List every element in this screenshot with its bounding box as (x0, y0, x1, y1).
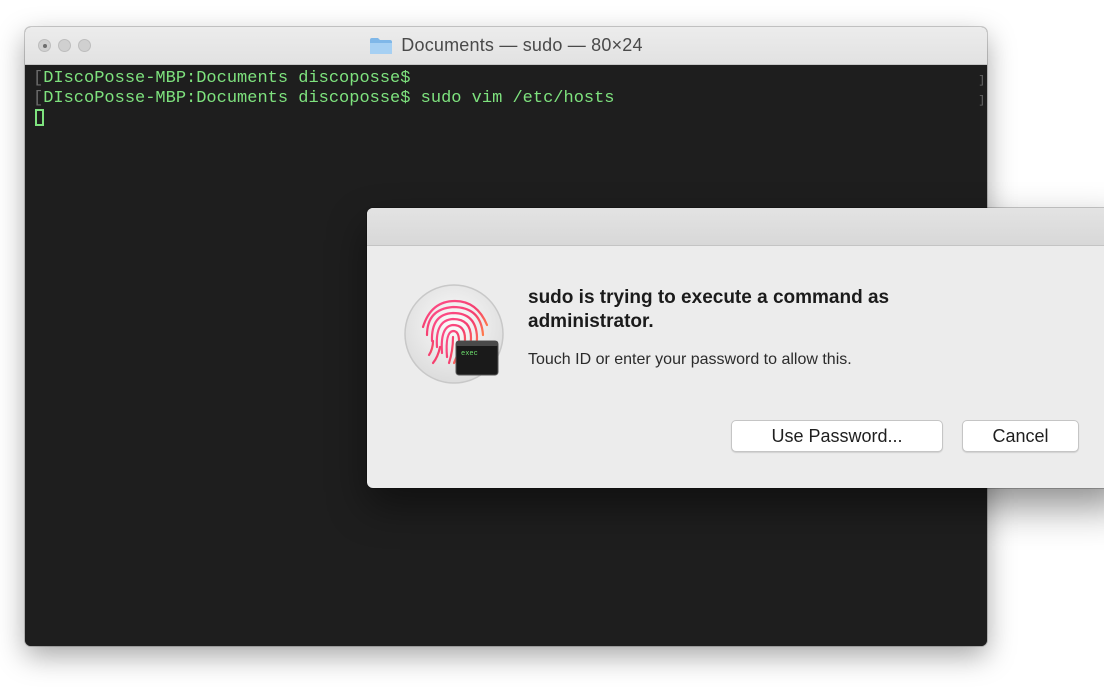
use-password-button[interactable]: Use Password... (731, 420, 943, 452)
line-mark: [ (33, 89, 44, 108)
dialog-heading: sudo is trying to execute a command as a… (528, 287, 890, 332)
cancel-button[interactable]: Cancel (962, 420, 1079, 452)
window-title-group: Documents — sudo — 80×24 (25, 27, 987, 64)
line-right-mark: ] (978, 75, 985, 87)
terminal-cursor-line (33, 109, 979, 129)
folder-icon (369, 37, 393, 55)
touch-id-icon: exec (403, 283, 505, 385)
terminal-line: [DIscoPosse-MBP:Documents discoposse$ su… (33, 89, 979, 109)
terminal-line-text: DIscoPosse-MBP:Documents discoposse$ sud… (43, 89, 615, 108)
terminal-line-text: DIscoPosse-MBP:Documents discoposse$ (43, 69, 411, 88)
desktop: Documents — sudo — 80×24 [DIscoPosse-MBP… (0, 0, 1104, 691)
dialog-titlebar[interactable] (367, 208, 1104, 246)
text-cursor (35, 109, 44, 126)
window-title: Documents — sudo — 80×24 (401, 35, 643, 55)
exec-badge-text: exec (461, 350, 478, 358)
terminal-titlebar[interactable]: Documents — sudo — 80×24 (25, 27, 987, 65)
sudo-auth-dialog: exec sudo is trying to execute a command… (367, 208, 1104, 488)
dialog-message: Touch ID or enter your password to allow… (528, 351, 852, 368)
line-mark: [ (33, 69, 44, 88)
line-right-mark: ] (978, 95, 985, 107)
terminal-line: [DIscoPosse-MBP:Documents discoposse$ (33, 69, 979, 89)
